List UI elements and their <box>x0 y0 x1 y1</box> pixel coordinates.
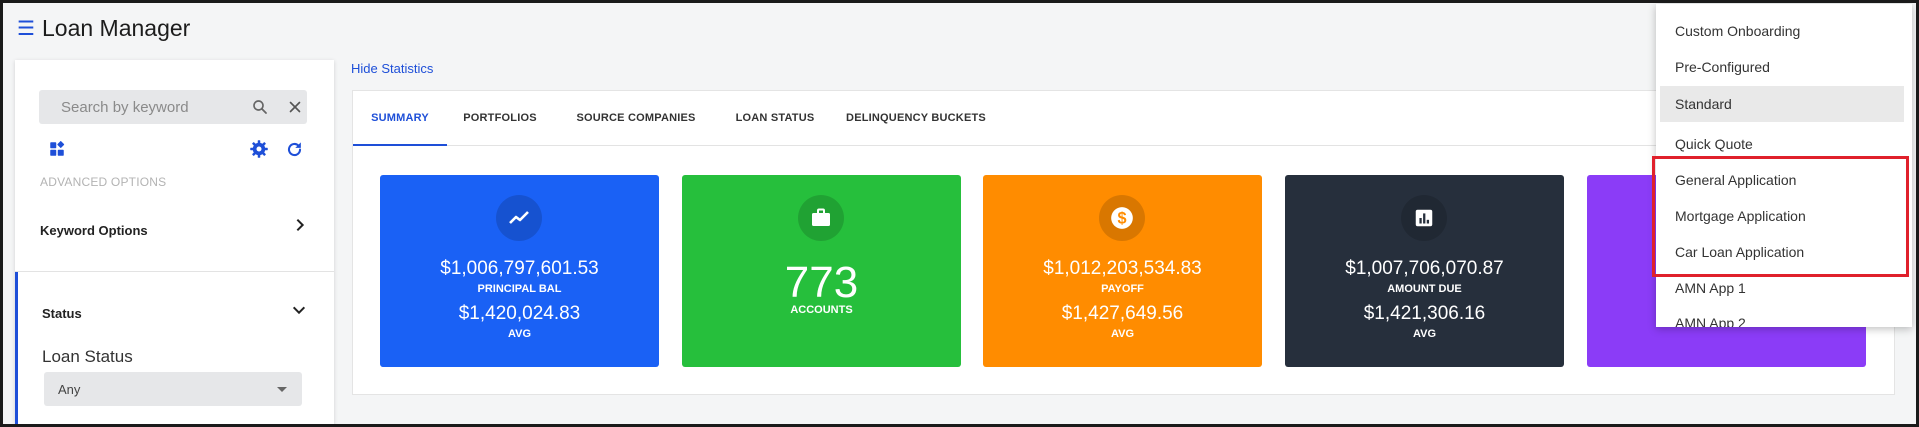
application-type-menu: Custom Onboarding Pre-Configured Standar… <box>1656 4 1912 327</box>
payoff-value: $1,012,203,534.83 <box>1043 258 1202 279</box>
payoff-label: PAYOFF <box>1101 283 1144 295</box>
tab-delinquency-buckets[interactable]: DELINQUENCY BUCKETS <box>831 91 1001 146</box>
menu-item-quick-quote[interactable]: Quick Quote <box>1656 126 1912 162</box>
loan-status-select[interactable]: Any <box>44 372 302 406</box>
tab-portfolios[interactable]: PORTFOLIOS <box>447 91 553 146</box>
stat-card-principal-bal[interactable]: $1,006,797,601.53 PRINCIPAL BAL $1,420,0… <box>380 175 659 367</box>
principal-bal-avg-label: AVG <box>507 328 532 340</box>
menu-item-amn-app-1[interactable]: AMN App 1 <box>1656 270 1912 306</box>
chevron-right-icon[interactable] <box>292 217 308 233</box>
payoff-avg-value: $1,427,649.56 <box>1061 303 1184 324</box>
accounts-value: 773 <box>784 258 859 307</box>
accounts-label: ACCOUNTS <box>790 304 853 316</box>
dollar-icon: $ <box>1099 195 1145 241</box>
menu-item-mortgage-application[interactable]: Mortgage Application <box>1656 198 1912 234</box>
loan-status-value: Any <box>58 382 81 397</box>
refresh-icon[interactable] <box>285 140 304 159</box>
keyword-options-toggle[interactable]: Keyword Options <box>40 223 148 238</box>
divider <box>15 271 334 272</box>
bar-chart-icon <box>1401 195 1447 241</box>
trending-up-icon <box>496 195 542 241</box>
gear-icon[interactable] <box>249 139 269 159</box>
page-title: Loan Manager <box>42 15 191 41</box>
stat-card-payoff[interactable]: $ $1,012,203,534.83 PAYOFF $1,427,649.56… <box>983 175 1262 367</box>
menu-item-standard[interactable]: Standard <box>1660 86 1904 122</box>
menu-item-amn-app-2[interactable]: AMN App 2 <box>1656 305 1912 327</box>
search-icon[interactable] <box>251 98 269 116</box>
close-icon[interactable] <box>286 98 304 116</box>
tab-loan-status[interactable]: LOAN STATUS <box>719 91 831 146</box>
hide-statistics-link[interactable]: Hide Statistics <box>351 61 433 76</box>
advanced-options-label: ADVANCED OPTIONS <box>40 175 167 189</box>
stat-card-accounts[interactable]: 773 ACCOUNTS <box>682 175 961 367</box>
principal-bal-label: PRINCIPAL BAL <box>477 283 562 295</box>
caret-down-icon <box>277 387 287 392</box>
amount-due-avg-value: $1,421,306.16 <box>1363 303 1486 324</box>
status-accent-bar <box>15 272 18 427</box>
sidebar: ADVANCED OPTIONS Keyword Options Status … <box>15 60 334 427</box>
search-input[interactable] <box>39 90 239 124</box>
chevron-down-icon[interactable] <box>291 302 307 318</box>
principal-bal-avg-value: $1,420,024.83 <box>458 303 581 324</box>
tab-source-companies[interactable]: SOURCE COMPANIES <box>553 91 719 146</box>
menu-item-custom-onboarding[interactable]: Custom Onboarding <box>1656 13 1912 49</box>
widgets-icon[interactable] <box>48 140 66 158</box>
menu-item-pre-configured[interactable]: Pre-Configured <box>1656 49 1912 85</box>
payoff-avg-label: AVG <box>1110 328 1135 340</box>
status-section-toggle[interactable]: Status <box>42 306 82 321</box>
amount-due-avg-label: AVG <box>1412 328 1437 340</box>
briefcase-icon <box>798 195 844 241</box>
principal-bal-value: $1,006,797,601.53 <box>440 258 599 279</box>
menu-item-car-loan-application[interactable]: Car Loan Application <box>1656 234 1912 270</box>
menu-item-general-application[interactable]: General Application <box>1656 162 1912 198</box>
loan-status-label: Loan Status <box>42 347 133 366</box>
hamburger-icon[interactable]: ☰ <box>17 19 35 39</box>
tab-summary[interactable]: SUMMARY <box>353 91 447 146</box>
amount-due-value: $1,007,706,070.87 <box>1345 258 1504 279</box>
amount-due-label: AMOUNT DUE <box>1387 283 1462 295</box>
search-box <box>39 90 307 124</box>
svg-text:$: $ <box>1117 209 1126 227</box>
stat-card-amount-due[interactable]: $1,007,706,070.87 AMOUNT DUE $1,421,306.… <box>1285 175 1564 367</box>
